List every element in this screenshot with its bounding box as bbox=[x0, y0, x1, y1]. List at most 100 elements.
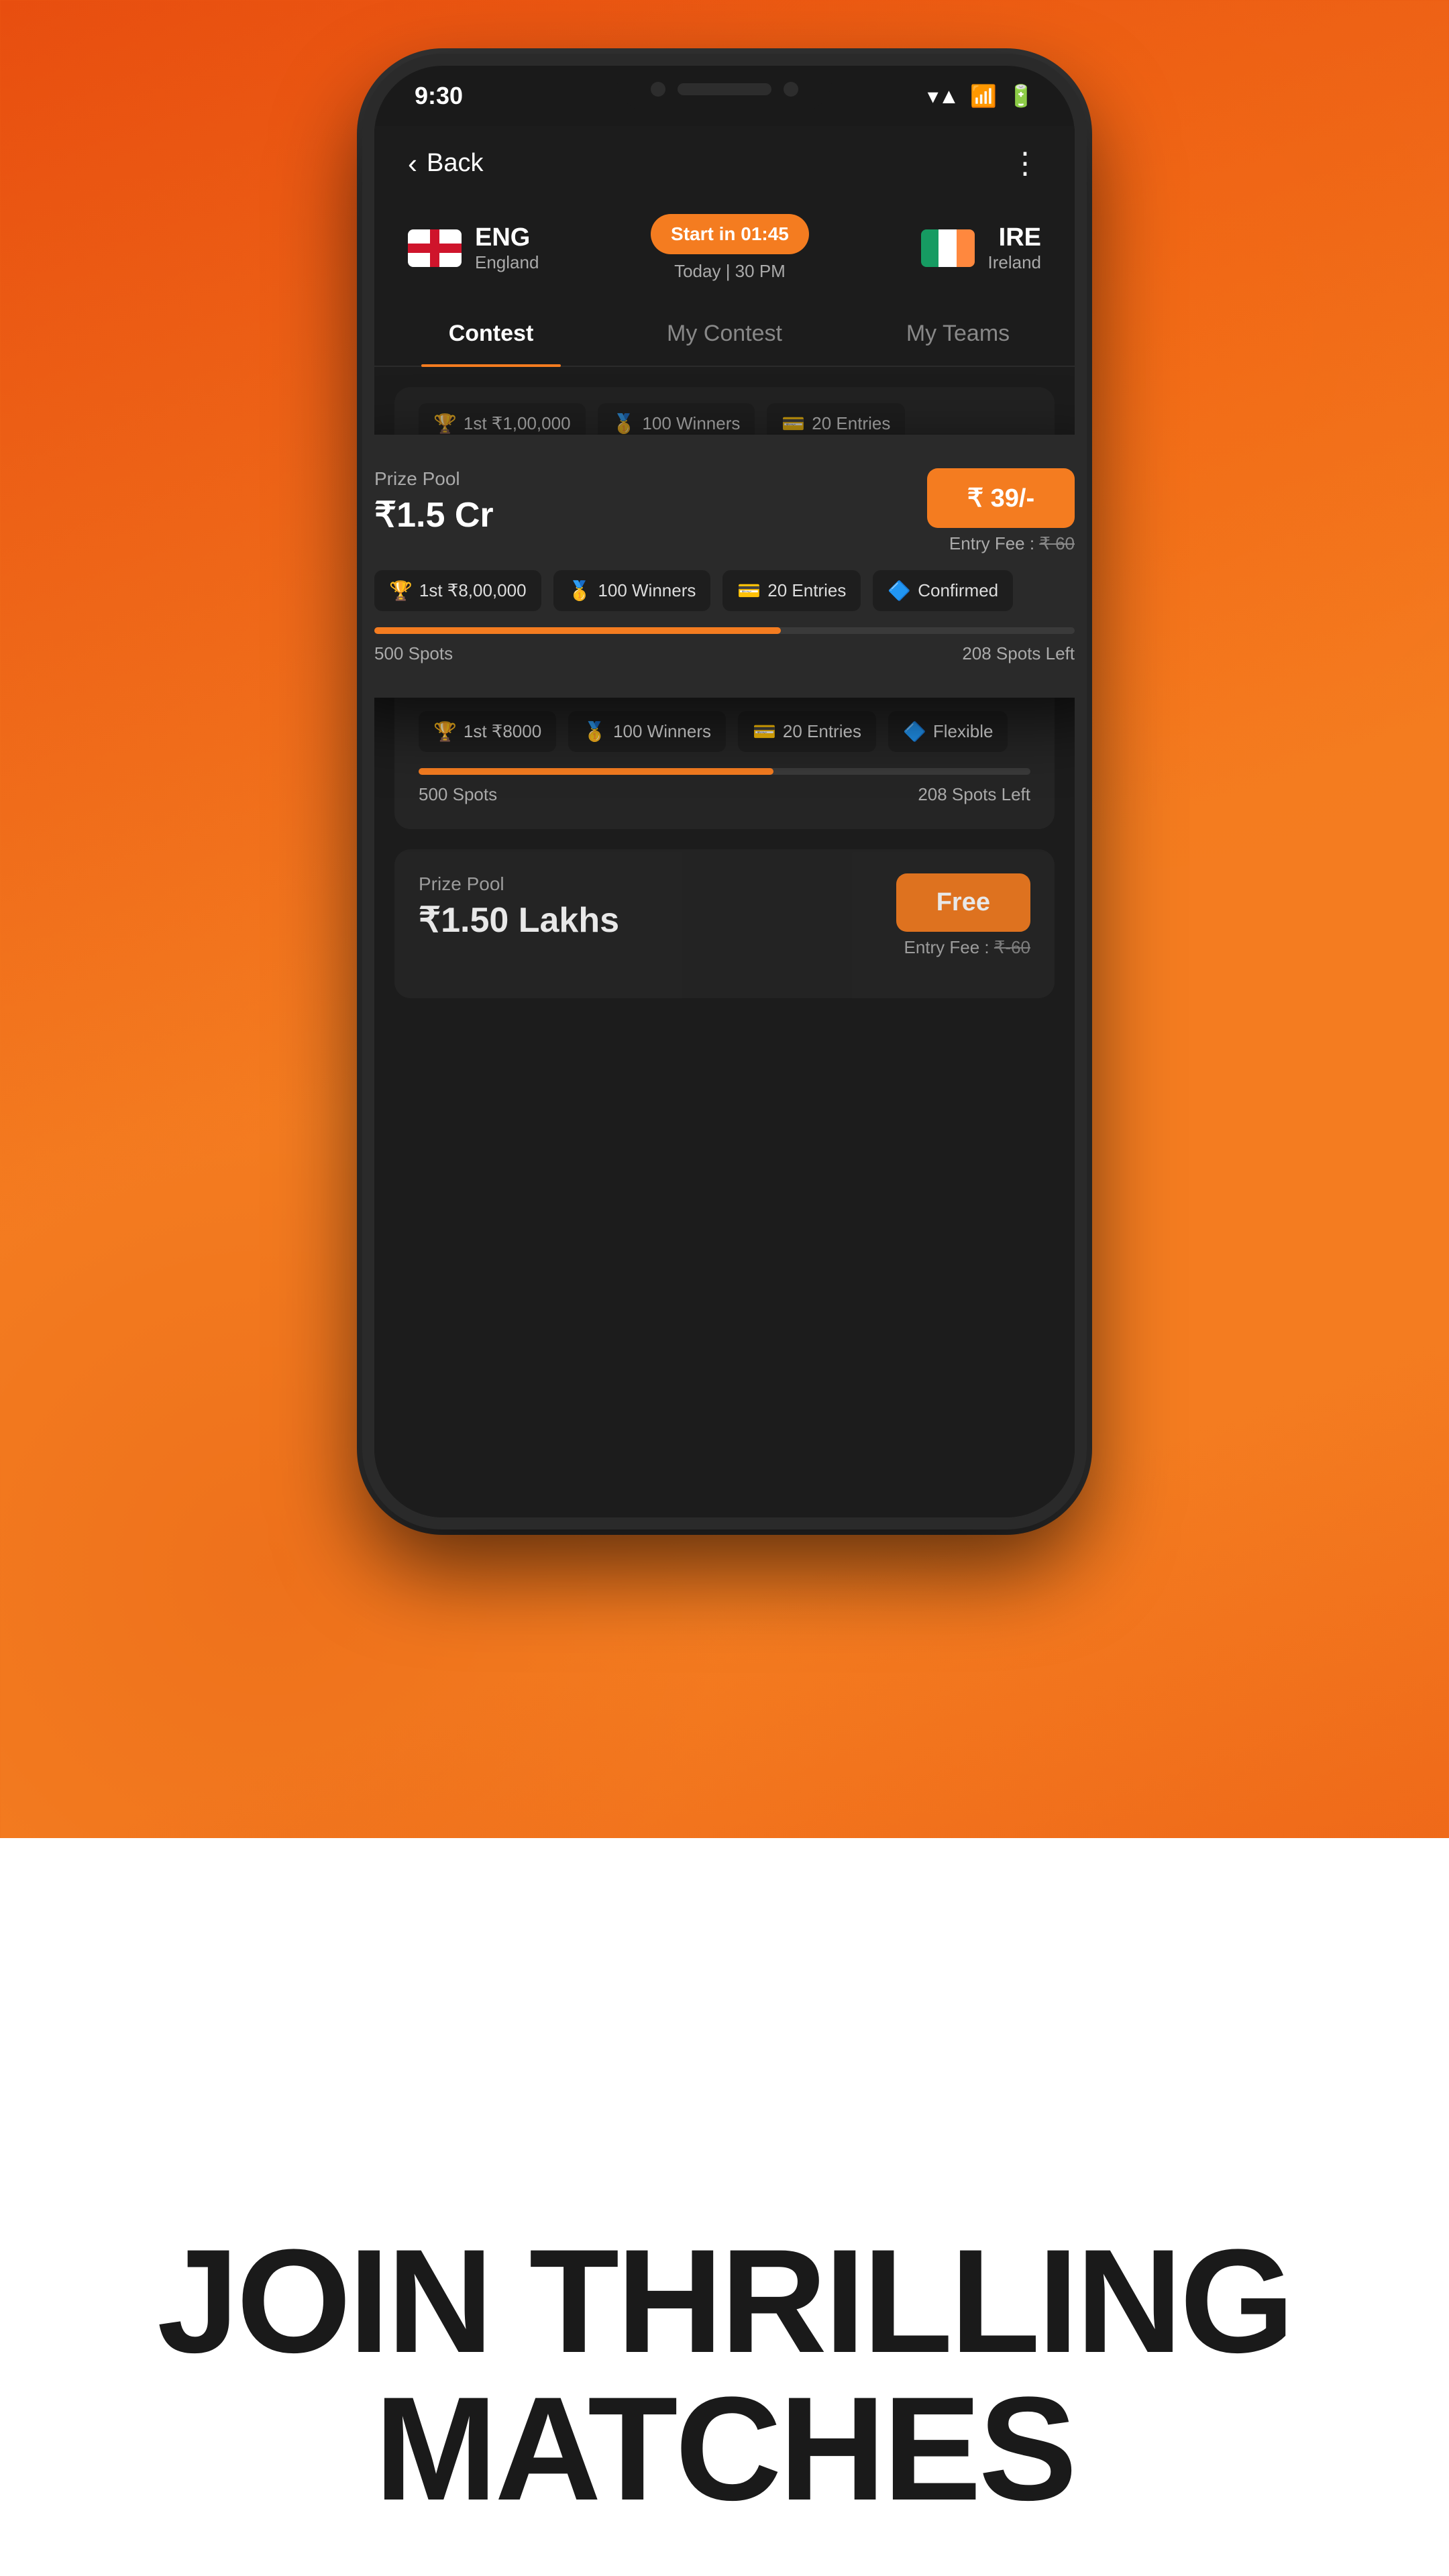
floating-card-top: Prize Pool ₹1.5 Cr ₹ 39/- Entry Fee : ₹ … bbox=[374, 468, 1075, 554]
silent-button bbox=[362, 254, 373, 314]
card2-spots-left: 208 Spots Left bbox=[918, 784, 1030, 805]
card2-stat-3: 💳 20 Entries bbox=[738, 711, 876, 752]
team2: IRE Ireland bbox=[921, 223, 1042, 273]
flag-ire-green bbox=[921, 229, 939, 267]
floating-entry-section: ₹ 39/- Entry Fee : ₹ 60 bbox=[927, 468, 1075, 554]
start-timer-badge: Start in 01:45 bbox=[651, 214, 809, 254]
floating-entry-fee: Entry Fee : ₹ 60 bbox=[927, 533, 1075, 554]
card2-stat2-label: 100 Winners bbox=[613, 721, 711, 742]
card2-stat-2: 🥇 100 Winners bbox=[568, 711, 726, 752]
match-center: Start in 01:45 Today | 30 PM bbox=[651, 214, 809, 282]
card3-entry-fee-original: ₹-60 bbox=[994, 937, 1030, 957]
phone-device: 9:30 ▾▲ 📶 🔋 ‹ Back ⋮ bbox=[362, 54, 1087, 1529]
card3-entry-fee-text: Entry Fee : bbox=[904, 937, 989, 957]
card3-prize-info: Prize Pool ₹1.50 Lakhs bbox=[419, 873, 619, 941]
floating-progress: 500 Spots 208 Spots Left bbox=[374, 627, 1075, 664]
tab-bar: Contest My Contest My Teams bbox=[374, 302, 1075, 367]
card1-stat1-label: 1st ₹1,00,000 bbox=[464, 413, 571, 434]
back-button[interactable]: ‹ Back bbox=[408, 148, 483, 180]
card3-entry-fee: Entry Fee : ₹-60 bbox=[896, 937, 1030, 958]
floating-medal-icon: 🥇 bbox=[568, 580, 592, 602]
floating-entry-button[interactable]: ₹ 39/- bbox=[927, 468, 1075, 528]
back-label: Back bbox=[427, 149, 483, 178]
floating-fee-original: ₹ 60 bbox=[1039, 533, 1075, 553]
floating-trophy-icon: 🏆 bbox=[389, 580, 413, 602]
floating-progress-fill bbox=[374, 627, 781, 634]
tab-my-contest[interactable]: My Contest bbox=[608, 302, 841, 366]
card1-stat2-label: 100 Winners bbox=[642, 413, 740, 434]
floating-prize-label: Prize Pool bbox=[374, 468, 494, 490]
card3-top: Prize Pool ₹1.50 Lakhs Free Entry Fee : … bbox=[419, 873, 1030, 958]
power-button bbox=[1076, 334, 1087, 428]
card3-entry-button[interactable]: Free bbox=[896, 873, 1030, 932]
floating-stat-3: 💳 20 Entries bbox=[722, 570, 861, 611]
match-header: ENG England Start in 01:45 Today | 30 PM… bbox=[374, 201, 1075, 302]
card2-stat3-label: 20 Entries bbox=[783, 721, 861, 742]
card2-progress-bg bbox=[419, 768, 1030, 775]
tab-contest[interactable]: Contest bbox=[374, 302, 608, 366]
battery-icon: 🔋 bbox=[1008, 83, 1034, 109]
card3-prize-amount: ₹1.50 Lakhs bbox=[419, 900, 619, 941]
signal-icon: 📶 bbox=[970, 83, 997, 109]
floating-stat-4: 🔷 Confirmed bbox=[873, 570, 1013, 611]
card2-stat-4: 🔷 Flexible bbox=[888, 711, 1008, 752]
wifi-icon: ▾▲ bbox=[928, 83, 960, 109]
volume-down-button bbox=[362, 475, 373, 569]
notch-camera bbox=[651, 82, 665, 97]
status-icons: ▾▲ 📶 🔋 bbox=[928, 83, 1034, 109]
floating-stat3-label: 20 Entries bbox=[767, 580, 846, 601]
card2-flex-icon: 🔷 bbox=[903, 720, 926, 743]
volume-up-button bbox=[362, 347, 373, 441]
card2-stat-1: 🏆 1st ₹8000 bbox=[419, 711, 556, 752]
floating-prize-info: Prize Pool ₹1.5 Cr bbox=[374, 468, 494, 535]
floating-stat2-label: 100 Winners bbox=[598, 580, 696, 601]
floating-stat1-label: 1st ₹8,00,000 bbox=[419, 580, 527, 601]
card2-total-spots: 500 Spots bbox=[419, 784, 497, 805]
card2-stat4-label: Flexible bbox=[933, 721, 994, 742]
card2-stat1-label: 1st ₹8000 bbox=[464, 721, 541, 742]
floating-total-spots: 500 Spots bbox=[374, 643, 453, 664]
card2-entries-icon: 💳 bbox=[753, 720, 776, 743]
team2-name: Ireland bbox=[988, 252, 1042, 273]
team2-flag bbox=[921, 229, 975, 267]
floating-spots-left: 208 Spots Left bbox=[962, 643, 1075, 664]
card2-trophy-icon: 🏆 bbox=[433, 720, 457, 743]
floating-stat4-label: Confirmed bbox=[918, 580, 998, 601]
card1-entries-icon: 💳 bbox=[782, 413, 805, 435]
match-time: Today | 30 PM bbox=[651, 261, 809, 282]
team1-name: England bbox=[475, 252, 539, 273]
card2-progress-fill bbox=[419, 768, 773, 775]
tab-my-teams[interactable]: My Teams bbox=[841, 302, 1075, 366]
floating-contest-card: Prize Pool ₹1.5 Cr ₹ 39/- Entry Fee : ₹ … bbox=[374, 435, 1075, 698]
card2-progress: 500 Spots 208 Spots Left bbox=[419, 768, 1030, 805]
bottom-cta: JOIN THRILLING MATCHES bbox=[0, 2227, 1449, 2522]
flag-ire-orange bbox=[957, 229, 975, 267]
floating-stat-2: 🥇 100 Winners bbox=[553, 570, 711, 611]
bottom-text-line1: JOIN THRILLING bbox=[0, 2227, 1449, 2375]
card3-entry-section: Free Entry Fee : ₹-60 bbox=[896, 873, 1030, 958]
nav-header: ‹ Back ⋮ bbox=[374, 126, 1075, 201]
back-arrow-icon: ‹ bbox=[408, 148, 417, 180]
phone-notch bbox=[617, 66, 832, 113]
status-time: 9:30 bbox=[415, 82, 463, 110]
floating-fee-text: Entry Fee : bbox=[949, 533, 1034, 553]
floating-entries-icon: 💳 bbox=[737, 580, 761, 602]
card1-stat3-label: 20 Entries bbox=[812, 413, 890, 434]
team1-code: ENG bbox=[475, 223, 539, 252]
contest-card-3: Prize Pool ₹1.50 Lakhs Free Entry Fee : … bbox=[394, 849, 1055, 998]
card1-trophy-icon: 🏆 bbox=[433, 413, 457, 435]
card1-medal-icon: 🥇 bbox=[612, 413, 636, 435]
card2-progress-labels: 500 Spots 208 Spots Left bbox=[419, 784, 1030, 805]
phone-container: 9:30 ▾▲ 📶 🔋 ‹ Back ⋮ bbox=[362, 54, 1087, 1529]
floating-stats-row: 🏆 1st ₹8,00,000 🥇 100 Winners 💳 20 Entri… bbox=[374, 570, 1075, 611]
bottom-text-line2: MATCHES bbox=[0, 2375, 1449, 2522]
team1-info: ENG England bbox=[475, 223, 539, 273]
team1: ENG England bbox=[408, 223, 539, 273]
notch-sensor bbox=[784, 82, 798, 97]
notch-speaker bbox=[678, 83, 771, 95]
more-options-icon[interactable]: ⋮ bbox=[1010, 146, 1041, 180]
floating-confirmed-icon: 🔷 bbox=[888, 580, 911, 602]
floating-prize-amount: ₹1.5 Cr bbox=[374, 495, 494, 535]
flag-ire-white bbox=[938, 229, 957, 267]
team2-code: IRE bbox=[988, 223, 1042, 252]
